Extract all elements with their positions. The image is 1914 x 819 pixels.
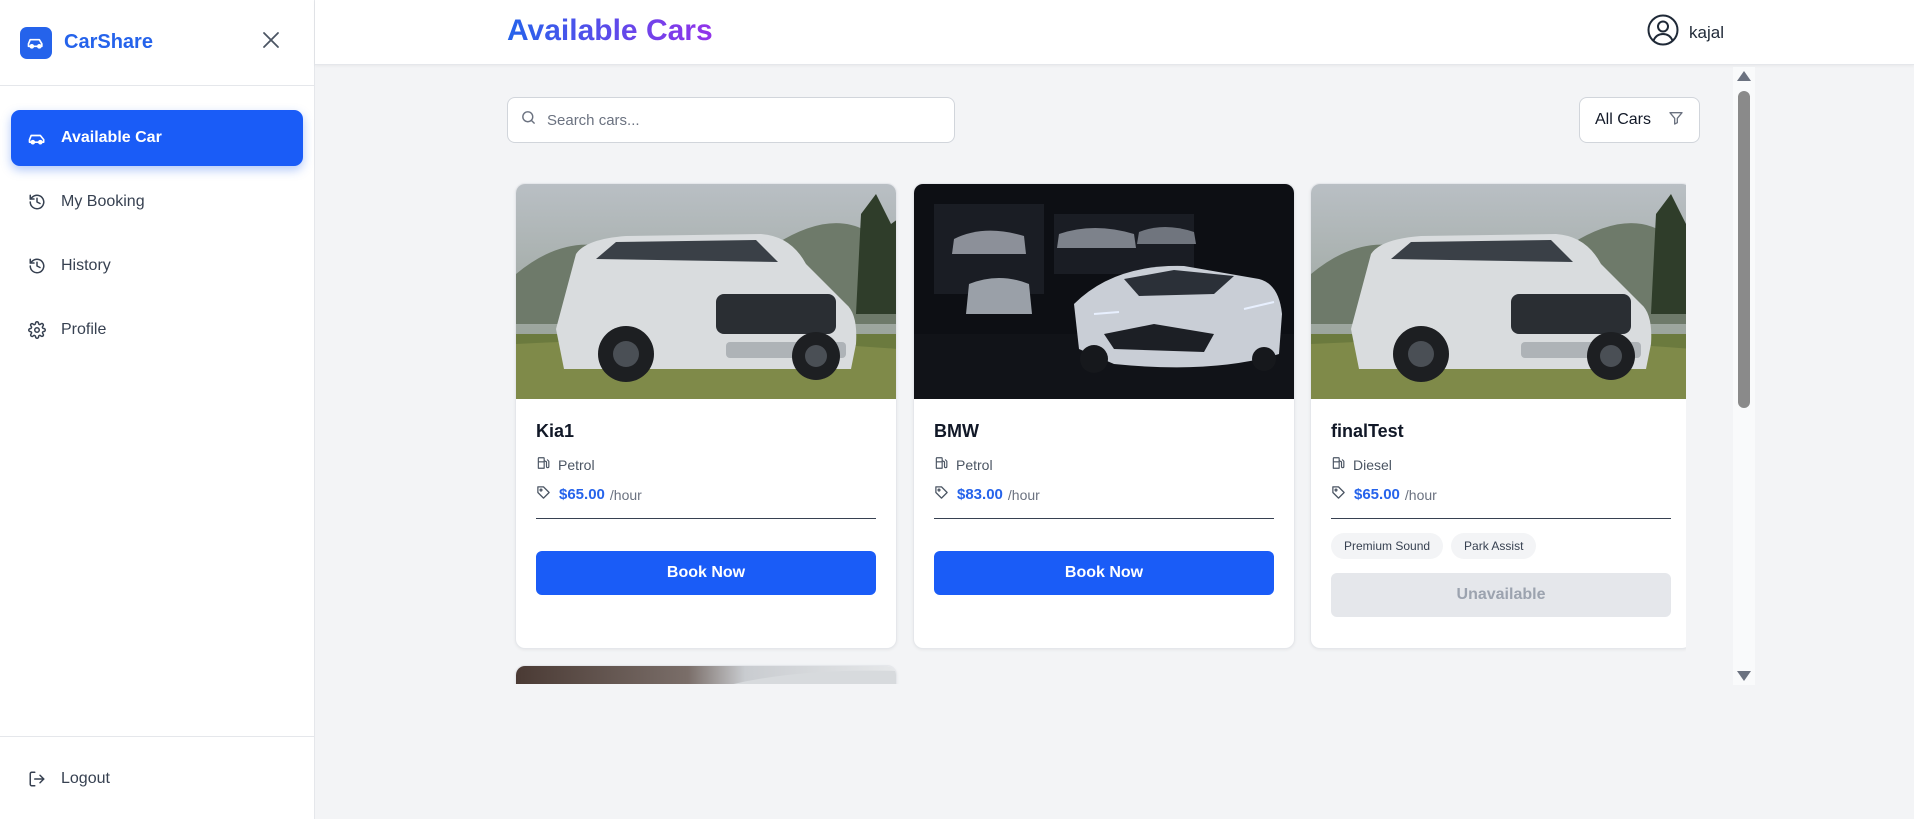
price-tag-icon: [1331, 485, 1346, 504]
feature-tags: Premium Sound Park Assist: [1331, 533, 1671, 559]
car-card: finalTest Diesel $65.00 /hour Premium So…: [1310, 183, 1686, 649]
brand-header: CarShare: [0, 0, 314, 86]
price-unit: /hour: [609, 486, 642, 503]
user-menu[interactable]: kajal: [1647, 14, 1724, 51]
car-image: [914, 184, 1294, 399]
close-sidebar-button[interactable]: [260, 29, 282, 51]
brand-name: CarShare: [64, 31, 153, 53]
price-unit: /hour: [1007, 486, 1040, 503]
fuel-type: Petrol: [558, 456, 595, 473]
fuel-pump-icon: [1331, 456, 1345, 473]
fuel-type: Petrol: [956, 456, 993, 473]
car-price: $65.00: [1354, 486, 1400, 503]
username: kajal: [1689, 22, 1724, 42]
sidebar-item-available-car[interactable]: Available Car: [11, 110, 303, 166]
search-input[interactable]: [547, 111, 927, 129]
user-avatar-icon: [1647, 14, 1679, 51]
divider: [536, 518, 876, 519]
history-icon: [27, 256, 47, 276]
car-name: Kia1: [536, 421, 575, 441]
gear-icon: [27, 320, 47, 340]
fuel-type: Diesel: [1353, 456, 1392, 473]
page-title: Available Cars: [507, 14, 713, 47]
logout-icon: [27, 769, 47, 789]
fuel-pump-icon: [934, 456, 948, 473]
logout-label: Logout: [61, 770, 110, 787]
feature-tag: Park Assist: [1451, 533, 1537, 559]
sidebar-item-label: My Booking: [61, 193, 145, 210]
car-grid: Kia1 Petrol $65.00 /hour Book Now BMW Pe…: [507, 171, 1686, 684]
car-price: $65.00: [559, 486, 605, 503]
sidebar-item-label: Available Car: [61, 129, 162, 146]
close-icon: [263, 32, 279, 48]
car-name: finalTest: [1331, 421, 1404, 441]
scroll-down-arrow-icon[interactable]: [1737, 671, 1751, 681]
car-card: BMW Petrol $83.00 /hour Book Now: [913, 183, 1295, 649]
history-icon: [27, 192, 47, 212]
sidebar-item-label: Profile: [61, 321, 107, 338]
book-now-button[interactable]: Book Now: [536, 551, 876, 595]
divider: [1331, 518, 1671, 519]
car-image: [1311, 184, 1686, 399]
unavailable-button: Unavailable: [1331, 573, 1671, 617]
car-image: [516, 184, 896, 399]
top-header: Available Cars kajal: [315, 0, 1914, 65]
divider: [934, 518, 1274, 519]
sidebar-item-label: History: [61, 257, 111, 274]
search-box: [507, 97, 955, 143]
fuel-pump-icon: [536, 456, 550, 473]
sidebar: CarShare Available Car My Booking Histor…: [0, 0, 315, 819]
price-unit: /hour: [1404, 486, 1437, 503]
price-tag-icon: [536, 485, 551, 504]
sidebar-footer: Logout: [0, 736, 314, 819]
book-now-button[interactable]: Book Now: [934, 551, 1274, 595]
car-name: BMW: [934, 421, 979, 441]
car-icon: [27, 128, 47, 148]
feature-tag: Premium Sound: [1331, 533, 1444, 559]
scrollbar-thumb[interactable]: [1738, 91, 1750, 408]
sidebar-nav: Available Car My Booking History Profile: [0, 86, 314, 358]
car-filter-select[interactable]: All Cars: [1579, 97, 1700, 143]
sidebar-item-history[interactable]: History: [11, 238, 303, 294]
sidebar-item-my-booking[interactable]: My Booking: [11, 174, 303, 230]
car-card: Kia1 Petrol $65.00 /hour Book Now: [515, 183, 897, 649]
sidebar-item-profile[interactable]: Profile: [11, 302, 303, 358]
scroll-up-arrow-icon[interactable]: [1737, 71, 1751, 81]
search-icon: [520, 109, 537, 131]
scrollbar[interactable]: [1733, 67, 1755, 685]
car-logo-icon: [20, 26, 52, 59]
car-image: [516, 666, 896, 684]
car-card: [515, 665, 897, 684]
price-tag-icon: [934, 485, 949, 504]
filter-value: All Cars: [1595, 111, 1652, 128]
logout-button[interactable]: Logout: [11, 751, 303, 807]
filter-icon: [1668, 110, 1684, 131]
car-price: $83.00: [957, 486, 1003, 503]
